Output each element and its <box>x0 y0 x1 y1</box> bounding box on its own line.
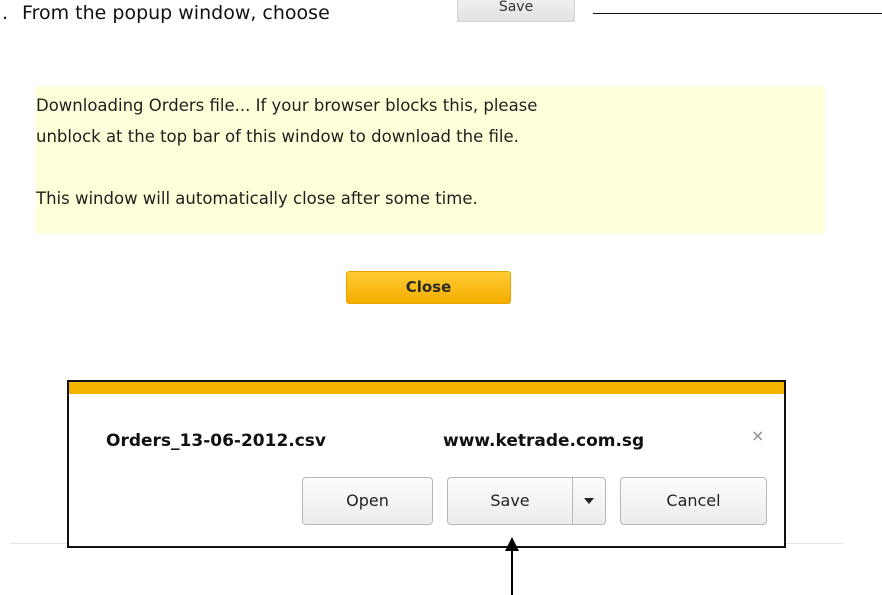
cancel-button[interactable]: Cancel <box>620 477 767 525</box>
notice-line-3: This window will automatically close aft… <box>36 189 478 208</box>
close-button[interactable]: Close <box>346 271 511 304</box>
notification-accent-bar <box>69 382 784 394</box>
inline-save-button-illustration: Save <box>457 0 575 22</box>
notice-spacer <box>36 152 825 183</box>
download-notice-panel: Downloading Orders file... If your brows… <box>36 86 825 234</box>
notice-line-2: unblock at the top bar of this window to… <box>36 127 519 146</box>
open-button[interactable]: Open <box>302 477 433 525</box>
instruction-line: . From the popup window, choose <box>0 0 330 34</box>
instruction-text: From the popup window, choose <box>22 2 330 24</box>
save-button-group: Save <box>447 477 606 525</box>
dismiss-icon[interactable]: × <box>751 426 764 445</box>
step-marker: . <box>2 2 9 24</box>
save-options-dropdown[interactable] <box>573 478 605 524</box>
callout-line <box>593 13 882 14</box>
download-source-site: www.ketrade.com.sg <box>443 431 645 451</box>
download-file-name: Orders_13-06-2012.csv <box>106 431 327 451</box>
notice-line-1: Downloading Orders file... If your brows… <box>36 96 538 115</box>
caret-down-icon <box>584 498 594 504</box>
save-button[interactable]: Save <box>448 478 573 524</box>
arrow-up-icon <box>505 537 519 595</box>
download-notification-bar: Orders_13-06-2012.csv www.ketrade.com.sg… <box>67 380 786 548</box>
